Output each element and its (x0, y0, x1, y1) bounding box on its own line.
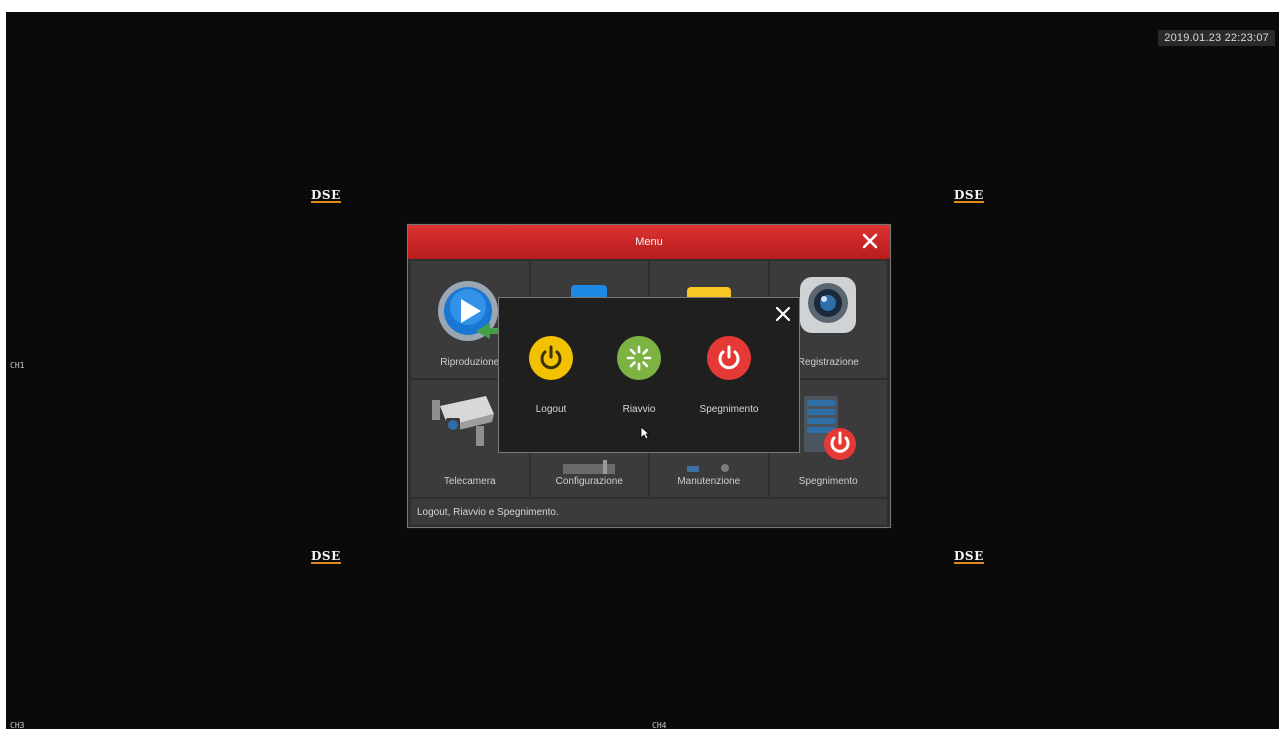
reboot-button[interactable] (617, 336, 661, 380)
reboot-icon (626, 345, 652, 371)
reboot-label: Riavvio (622, 404, 656, 415)
channel-label-ch4: CH4 (652, 721, 667, 729)
dse-logo: DSE (954, 188, 984, 203)
power-options-popup: Logout Riavvio Spegnimento (498, 297, 800, 453)
record-camera-icon (800, 277, 857, 333)
playback-icon (437, 281, 502, 341)
tile-label: Spegnimento (798, 476, 858, 487)
datetime-display: 2019.01.23 22:23:07 (1158, 30, 1275, 46)
close-icon[interactable] (858, 229, 882, 253)
tile-label: Telecamera (443, 476, 496, 487)
tile-label: Registrazione (797, 357, 859, 368)
menu-header: Menu (408, 225, 890, 259)
shutdown-button[interactable] (707, 336, 751, 380)
server-power-icon (804, 396, 857, 460)
dse-logo: DSE (311, 188, 341, 203)
channel-label-ch1: CH1 (10, 361, 25, 370)
power-icon (540, 345, 562, 370)
mouse-cursor-icon (640, 426, 650, 440)
logout-label: Logout (535, 404, 567, 415)
status-bar: Logout, Riavvio e Spegnimento. (411, 499, 887, 525)
power-icon (718, 345, 740, 370)
channel-label-ch3: CH3 (10, 721, 25, 729)
dse-logo: DSE (311, 549, 341, 564)
shutdown-label: Spegnimento (699, 404, 759, 415)
menu-title: Menu (635, 236, 663, 248)
close-icon[interactable] (773, 304, 793, 324)
logout-button[interactable] (529, 336, 573, 380)
tile-label: Riproduzione (440, 357, 500, 368)
dse-logo: DSE (954, 549, 984, 564)
